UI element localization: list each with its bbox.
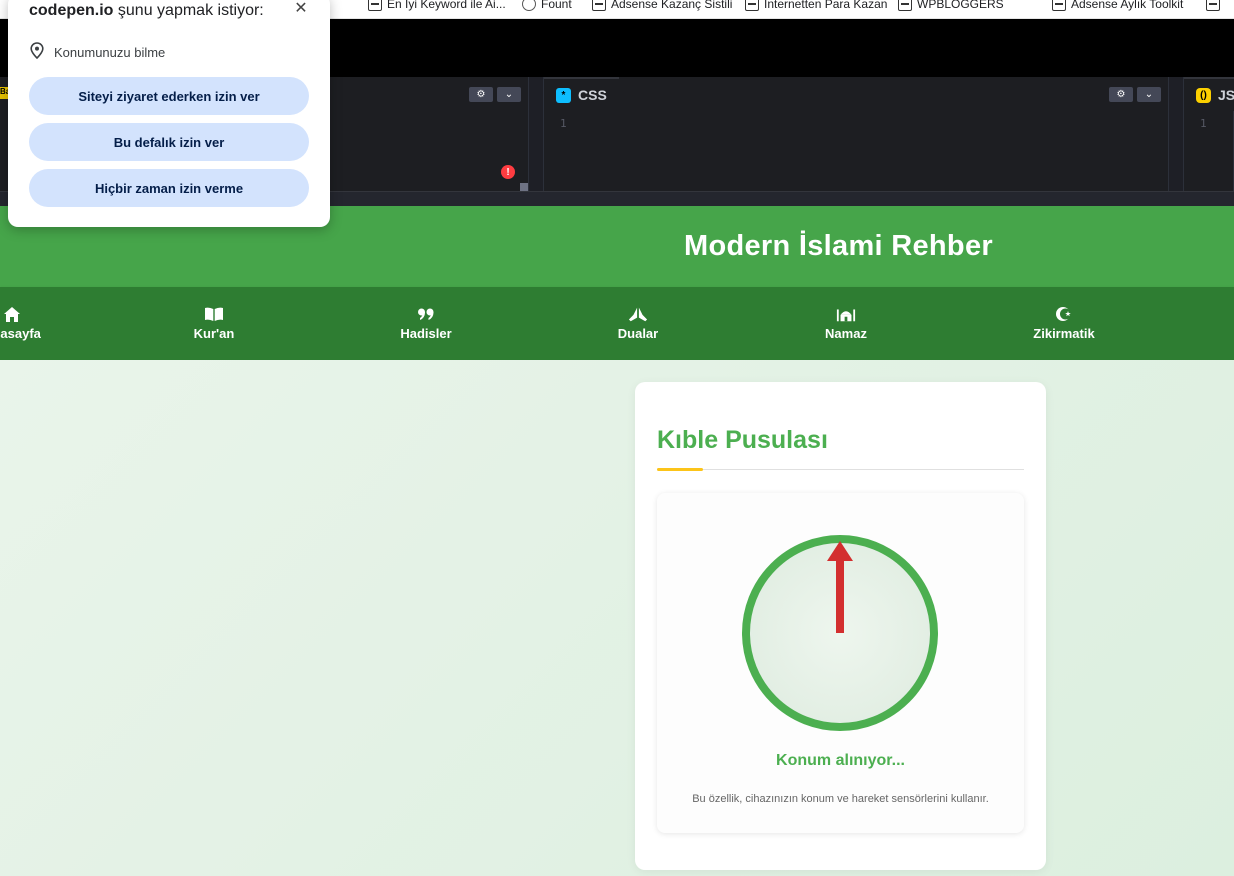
site-title: Modern İslami Rehber [684,230,993,262]
quote-icon [416,306,436,322]
location-pin-icon [30,42,44,62]
main-nav: Anasayfa Kur'an Hadisler Dualar Namaz Zi… [0,287,1234,360]
permission-request: Konumunuzu bilme [30,42,165,62]
asterisk-icon: * [556,87,571,103]
error-icon[interactable]: ! [501,165,515,179]
title-divider [657,469,1024,470]
line-number: 1 [560,117,567,130]
bookmark-overflow[interactable] [1206,0,1220,14]
bookmark-page-icon [1052,0,1066,11]
permission-title: codepen.io şunu yapmak istiyor: [29,2,264,19]
card-title: Kıble Pusulası [657,426,828,454]
bookmark-page-icon [1206,0,1220,11]
home-icon [2,306,22,322]
qibla-needle-shaft [836,557,844,633]
html-editor-controls: ⚙ ⌄ [469,87,521,102]
gear-icon[interactable]: ⚙ [469,87,493,102]
nav-item-zikirmatik[interactable]: Zikirmatik [1014,287,1114,360]
tab-js[interactable]: () JS [1184,77,1234,111]
title-accent [657,468,703,471]
compass [742,535,938,731]
location-permission-popup: codepen.io şunu yapmak istiyor: ✕ Konumu… [8,0,330,227]
bookmark-item[interactable]: Adsense Aylık Toolkit [1052,0,1183,14]
compass-container: Konum alınıyor... Bu özellik, cihazınızı… [657,493,1024,833]
bookmark-page-icon [898,0,912,11]
nav-item-kuran[interactable]: Kur'an [174,287,254,360]
book-icon [204,306,224,322]
nav-item-anasayfa[interactable]: Anasayfa [0,287,52,360]
bookmark-page-icon [745,0,759,11]
braces-icon: () [1196,87,1211,103]
nav-item-namaz[interactable]: Namaz [806,287,886,360]
bookmark-item[interactable]: Adsense Kazanç Sistili [592,0,732,14]
nav-item-dualar[interactable]: Dualar [598,287,678,360]
resize-handle[interactable] [520,183,528,191]
never-allow-button[interactable]: Hiçbir zaman izin verme [29,169,309,207]
css-editor-controls: ⚙ ⌄ [1109,87,1161,102]
bookmark-page-icon [368,0,382,11]
content-area [0,360,1234,876]
close-icon[interactable]: ✕ [293,0,309,17]
qibla-card: Kıble Pusulası Konum alınıyor... Bu özel… [635,382,1046,870]
css-editor[interactable]: * CSS 1 ⚙ ⌄ [543,77,1169,191]
bookmark-item[interactable]: WPBLOGGERS [898,0,1004,14]
bookmark-item[interactable]: En İyi Keyword ile Ai... [368,0,506,14]
bookmark-item[interactable]: Internetten Para Kazan [745,0,887,14]
crescent-star-icon [1054,306,1074,322]
line-number: 1 [1200,117,1207,130]
nav-item-hadisler[interactable]: Hadisler [386,287,466,360]
js-editor[interactable]: () JS 1 [1183,77,1234,191]
gear-icon[interactable]: ⚙ [1109,87,1133,102]
globe-icon [522,0,536,11]
allow-while-visiting-button[interactable]: Siteyi ziyaret ederken izin ver [29,77,309,115]
tab-css[interactable]: * CSS [544,77,619,111]
chevron-down-icon[interactable]: ⌄ [497,87,521,102]
mosque-icon [836,306,856,322]
sensor-info: Bu özellik, cihazınızın konum ve hareket… [692,793,989,805]
praying-hands-icon [628,306,648,322]
location-status: Konum alınıyor... [776,752,905,769]
chevron-down-icon[interactable]: ⌄ [1137,87,1161,102]
allow-once-button[interactable]: Bu defalık izin ver [29,123,309,161]
bookmark-item[interactable]: Fount [522,0,572,14]
bookmark-page-icon [592,0,606,11]
